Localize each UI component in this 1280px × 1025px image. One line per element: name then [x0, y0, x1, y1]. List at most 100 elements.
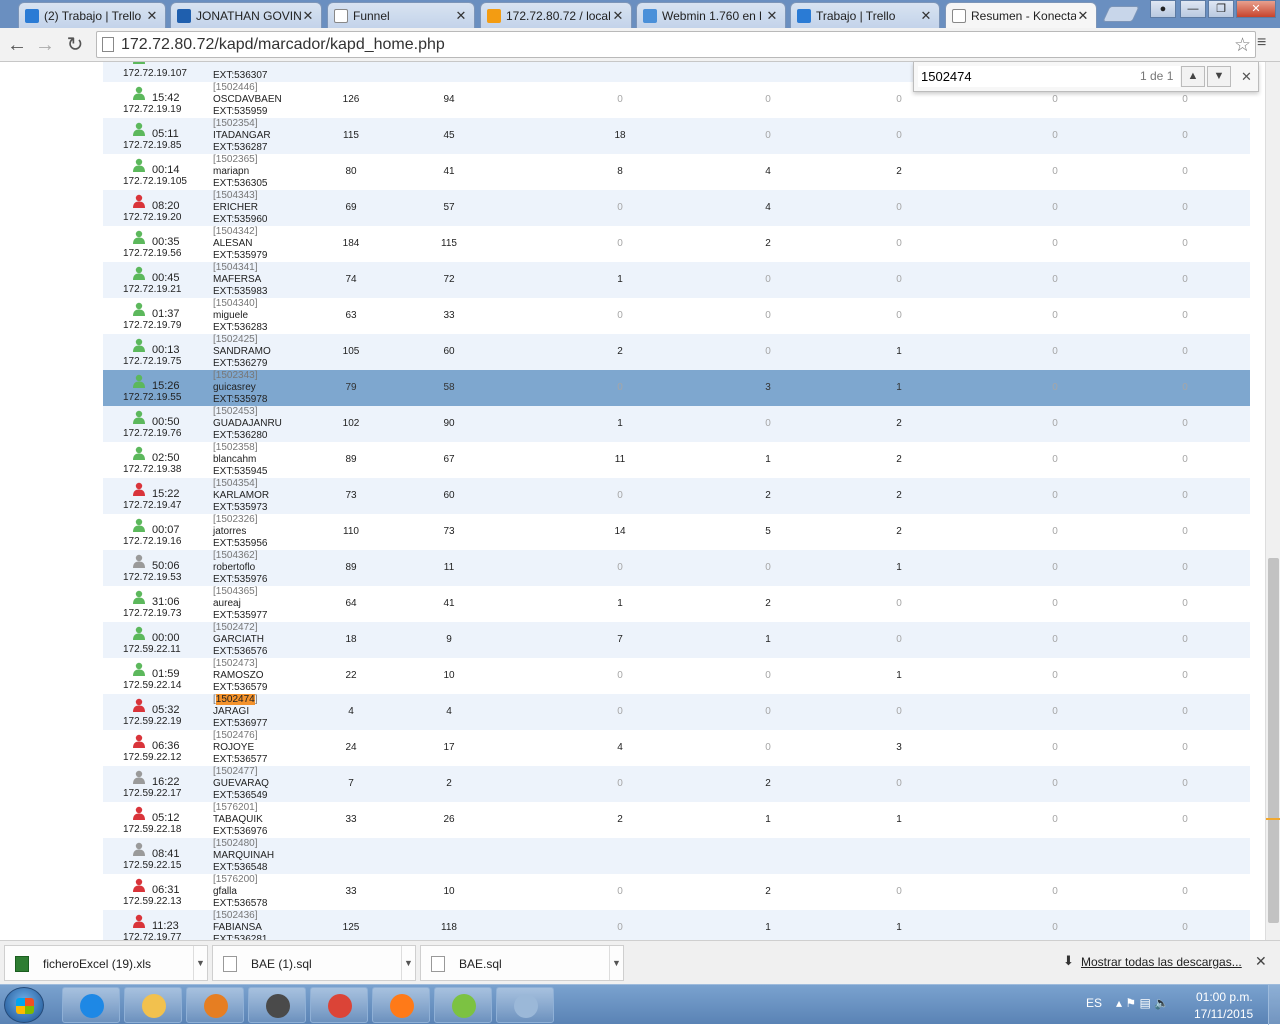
table-row[interactable]: 15:26 172.72.19.55 [1502343] guicasrey EXT:5… — [103, 370, 1250, 406]
close-tab-icon[interactable]: ✕ — [145, 8, 159, 24]
agent-name: MAFERSA — [213, 274, 262, 285]
table-row[interactable]: 15:22 172.72.19.47 [1504354] KARLAMOR EXT:53… — [103, 478, 1250, 514]
table-row[interactable]: 08:41 172.59.22.15 [1502480] MARQUINAH EXT:5… — [103, 838, 1250, 874]
minimize-button[interactable]: — — [1180, 0, 1206, 18]
taskbar-app-button[interactable] — [62, 987, 120, 1023]
reload-icon[interactable]: ↻ — [62, 32, 88, 58]
taskbar-app-button[interactable] — [496, 987, 554, 1023]
taskbar-app-button[interactable] — [186, 987, 244, 1023]
close-downloads-bar-button[interactable]: ✕ — [1255, 953, 1267, 970]
scrollbar-thumb[interactable] — [1268, 558, 1279, 923]
taskbar-app-button[interactable] — [248, 987, 306, 1023]
stat-cell: 0 — [617, 382, 623, 393]
stat-cell: 11 — [443, 562, 455, 573]
tray-icons[interactable]: ▴ ⚑ ▤ 🔈 — [1116, 996, 1169, 1010]
stat-cell: 0 — [1052, 382, 1058, 393]
forward-icon[interactable]: → — [32, 32, 58, 58]
table-row[interactable]: 06:36 172.59.22.12 [1502476] ROJOYE EXT:5365… — [103, 730, 1250, 766]
stat-cell: 0 — [1182, 130, 1188, 141]
agent-status-icon — [132, 806, 146, 820]
address-bar[interactable]: 172.72.80.72/kapd/marcador/kapd_home.php… — [96, 31, 1256, 58]
find-close-button[interactable]: ✕ — [1241, 69, 1252, 85]
agent-status-icon — [132, 770, 146, 784]
agent-extension: EXT:536279 — [213, 358, 268, 369]
taskbar-app-button[interactable] — [372, 987, 430, 1023]
stat-cell: 2 — [765, 598, 771, 609]
download-item[interactable]: ficheroExcel (19).xls ▼ — [4, 945, 208, 981]
agent-time: 05:12 — [152, 812, 180, 824]
table-row[interactable]: 08:20 172.72.19.20 [1504343] ERICHER EXT:535… — [103, 190, 1250, 226]
tab-4[interactable]: 172.72.80.72 / local ✕ — [480, 2, 632, 28]
table-row[interactable]: 05:12 172.59.22.18 [1576201] TABAQUIK EXT:53… — [103, 802, 1250, 838]
agent-time: 08:20 — [152, 200, 180, 212]
table-row[interactable]: 50:06 172.72.19.53 [1504362] robertoflo EXT:… — [103, 550, 1250, 586]
taskbar-app-button[interactable] — [434, 987, 492, 1023]
stat-cell: 0 — [1182, 598, 1188, 609]
agent-status-icon — [132, 878, 146, 892]
download-item[interactable]: BAE (1).sql ▼ — [212, 945, 416, 981]
table-row[interactable]: 00:07 172.72.19.16 [1502326] jatorres EXT:53… — [103, 514, 1250, 550]
tab-2[interactable]: JONATHAN GOVIN ✕ — [170, 2, 322, 28]
clock-time[interactable]: 01:00 p.m. — [1196, 990, 1253, 1004]
find-previous-button[interactable]: ▲ — [1181, 66, 1205, 87]
chevron-down-icon[interactable]: ▼ — [609, 946, 623, 980]
table-row[interactable]: 00:14 172.72.19.105 [1502365] mariapn EXT:53… — [103, 154, 1250, 190]
table-row[interactable]: 31:06 172.72.19.73 [1504365] aureaj EXT:5359… — [103, 586, 1250, 622]
show-desktop-button[interactable] — [1268, 985, 1280, 1025]
table-row[interactable]: 00:13 172.72.19.75 [1502425] SANDRAMO EXT:53… — [103, 334, 1250, 370]
table-row[interactable]: 05:11 172.72.19.85 [1502354] ITADANGAR EXT:5… — [103, 118, 1250, 154]
close-tab-icon[interactable]: ✕ — [301, 8, 315, 24]
stat-cell: 0 — [1182, 814, 1188, 825]
user-icon[interactable]: ● — [1150, 0, 1176, 18]
back-icon[interactable]: ← — [4, 32, 30, 58]
clock-date[interactable]: 17/11/2015 — [1194, 1007, 1253, 1021]
table-row[interactable]: 00:35 172.72.19.56 [1504342] ALESAN EXT:5359… — [103, 226, 1250, 262]
close-tab-icon[interactable]: ✕ — [611, 8, 625, 24]
table-row[interactable]: 00:45 172.72.19.21 [1504341] MAFERSA EXT:535… — [103, 262, 1250, 298]
tab-1[interactable]: (2) Trabajo | Trello ✕ — [18, 2, 166, 28]
tab-7[interactable]: Resumen - Konecta ✕ — [945, 2, 1097, 28]
stat-cell: 18 — [345, 634, 357, 645]
close-tab-icon[interactable]: ✕ — [454, 8, 468, 24]
close-tab-icon[interactable]: ✕ — [1076, 8, 1090, 24]
table-row[interactable]: 11:23 172.72.19.77 [1502436] FABIANSA EXT:53… — [103, 910, 1250, 940]
table-row[interactable]: 01:37 172.72.19.79 [1504340] miguele EXT:536… — [103, 298, 1250, 334]
maximize-button[interactable]: ❐ — [1208, 0, 1234, 18]
table-row[interactable]: 16:22 172.59.22.17 [1502477] GUEVARAQ EXT:53… — [103, 766, 1250, 802]
stat-cell: 0 — [617, 778, 623, 789]
agent-extension: EXT:536976 — [213, 826, 268, 837]
download-item[interactable]: BAE.sql ▼ — [420, 945, 624, 981]
table-row[interactable]: 06:31 172.59.22.13 [1576200] gfalla EXT:5365… — [103, 874, 1250, 910]
vertical-scrollbar[interactable] — [1265, 62, 1280, 940]
stat-cell: 0 — [617, 310, 623, 321]
table-row[interactable]: 00:50 172.72.19.76 [1502453] GUADAJANRU EXT:… — [103, 406, 1250, 442]
close-window-button[interactable]: ✕ — [1236, 0, 1276, 18]
close-tab-icon[interactable]: ✕ — [765, 8, 779, 24]
find-next-button[interactable]: ▼ — [1207, 66, 1231, 87]
agent-extension: EXT:535960 — [213, 214, 268, 225]
language-indicator[interactable]: ES — [1086, 996, 1102, 1010]
show-all-downloads-link[interactable]: Mostrar todas las descargas... — [1081, 955, 1242, 969]
taskbar-app-button[interactable] — [310, 987, 368, 1023]
bookmark-star-icon[interactable]: ☆ — [1234, 33, 1251, 58]
table-row[interactable]: 01:59 172.59.22.14 [1502473] RAMOSZO EXT:536… — [103, 658, 1250, 694]
menu-icon[interactable]: ≡ — [1257, 34, 1266, 52]
table-row[interactable]: 05:32 172.59.22.19 [1502474] JARAGI EXT:5369… — [103, 694, 1250, 730]
tab-6[interactable]: Trabajo | Trello ✕ — [790, 2, 940, 28]
tab-3[interactable]: Funnel ✕ — [327, 2, 475, 28]
close-tab-icon[interactable]: ✕ — [919, 8, 933, 24]
tab-5[interactable]: Webmin 1.760 en l ✕ — [636, 2, 786, 28]
stat-cell: 0 — [765, 310, 771, 321]
table-row[interactable]: 00:00 172.59.22.11 [1502472] GARCIATH EXT:53… — [103, 622, 1250, 658]
start-button[interactable] — [4, 987, 44, 1023]
taskbar-app-button[interactable] — [124, 987, 182, 1023]
chevron-down-icon[interactable]: ▼ — [193, 946, 207, 980]
outlook-icon — [177, 8, 191, 23]
stat-cell: 0 — [617, 562, 623, 573]
stat-cell: 115 — [343, 130, 359, 141]
stat-cell: 0 — [1052, 886, 1058, 897]
chevron-down-icon[interactable]: ▼ — [401, 946, 415, 980]
stat-cell: 0 — [1182, 706, 1188, 717]
table-row[interactable]: 02:50 172.72.19.38 [1502358] blancahm EXT:53… — [103, 442, 1250, 478]
agent-extension: EXT:536280 — [213, 430, 268, 441]
